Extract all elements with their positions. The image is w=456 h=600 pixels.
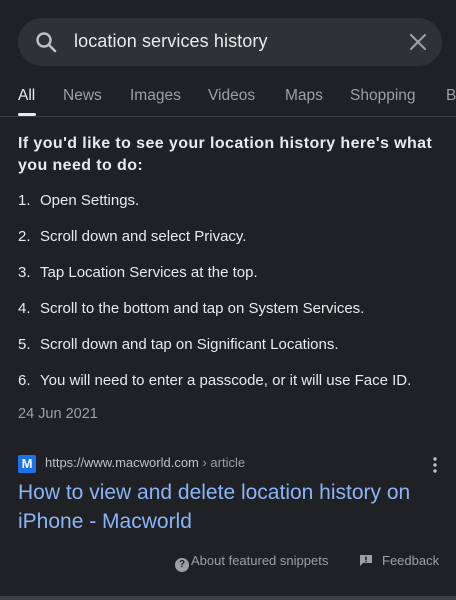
search-icon[interactable] — [34, 30, 58, 54]
about-featured-snippets-link[interactable]: ? About featured snippets — [175, 553, 328, 572]
question-icon: ? — [175, 558, 189, 572]
tab-maps[interactable]: Maps — [285, 87, 323, 105]
active-tab-indicator — [18, 113, 36, 116]
tab-videos[interactable]: Videos — [208, 87, 255, 105]
result-domain: https://www.macworld.com — [45, 455, 199, 470]
step-number: 6. — [18, 372, 31, 389]
tab-images[interactable]: Images — [130, 87, 181, 105]
result-url[interactable]: https://www.macworld.com › article — [45, 455, 245, 470]
result-source[interactable]: M https://www.macworld.com › article — [18, 454, 438, 474]
snippet-footer: ? About featured snippets Feedback — [0, 548, 456, 576]
more-options-icon[interactable] — [432, 456, 438, 474]
search-box[interactable]: location services history — [18, 18, 442, 66]
tab-all[interactable]: All — [18, 87, 35, 105]
step-text: Scroll to the bottom and tap on System S… — [40, 300, 365, 317]
about-label: About featured snippets — [191, 553, 329, 568]
step-text: Scroll down and select Privacy. — [40, 228, 247, 245]
search-tabs: All News Images Videos Maps Shopping B — [0, 80, 456, 117]
search-input[interactable]: location services history — [74, 31, 268, 52]
snippet-date: 24 Jun 2021 — [18, 406, 98, 422]
clear-icon[interactable] — [406, 30, 430, 54]
top-bar — [0, 0, 456, 14]
step-number: 3. — [18, 264, 31, 281]
tab-shopping[interactable]: Shopping — [350, 87, 416, 105]
step-number: 1. — [18, 192, 31, 209]
feedback-button[interactable]: Feedback — [360, 553, 439, 568]
step-text: Scroll down and tap on Significant Locat… — [40, 336, 339, 353]
result-title-link[interactable]: How to view and delete location history … — [18, 478, 448, 536]
feedback-icon — [360, 555, 372, 566]
step-text: You will need to enter a passcode, or it… — [40, 372, 412, 389]
macworld-favicon-icon: M — [18, 455, 36, 473]
step-text: Tap Location Services at the top. — [40, 264, 258, 281]
tab-books[interactable]: B — [446, 87, 456, 105]
tab-news[interactable]: News — [63, 87, 102, 105]
step-number: 4. — [18, 300, 31, 317]
feedback-label: Feedback — [382, 553, 440, 568]
step-text: Open Settings. — [40, 192, 140, 209]
snippet-heading: If you'd like to see your location histo… — [18, 135, 433, 174]
result-path: › article — [198, 455, 246, 470]
bottom-divider — [0, 596, 456, 600]
step-number: 2. — [18, 228, 31, 245]
step-number: 5. — [18, 336, 31, 353]
